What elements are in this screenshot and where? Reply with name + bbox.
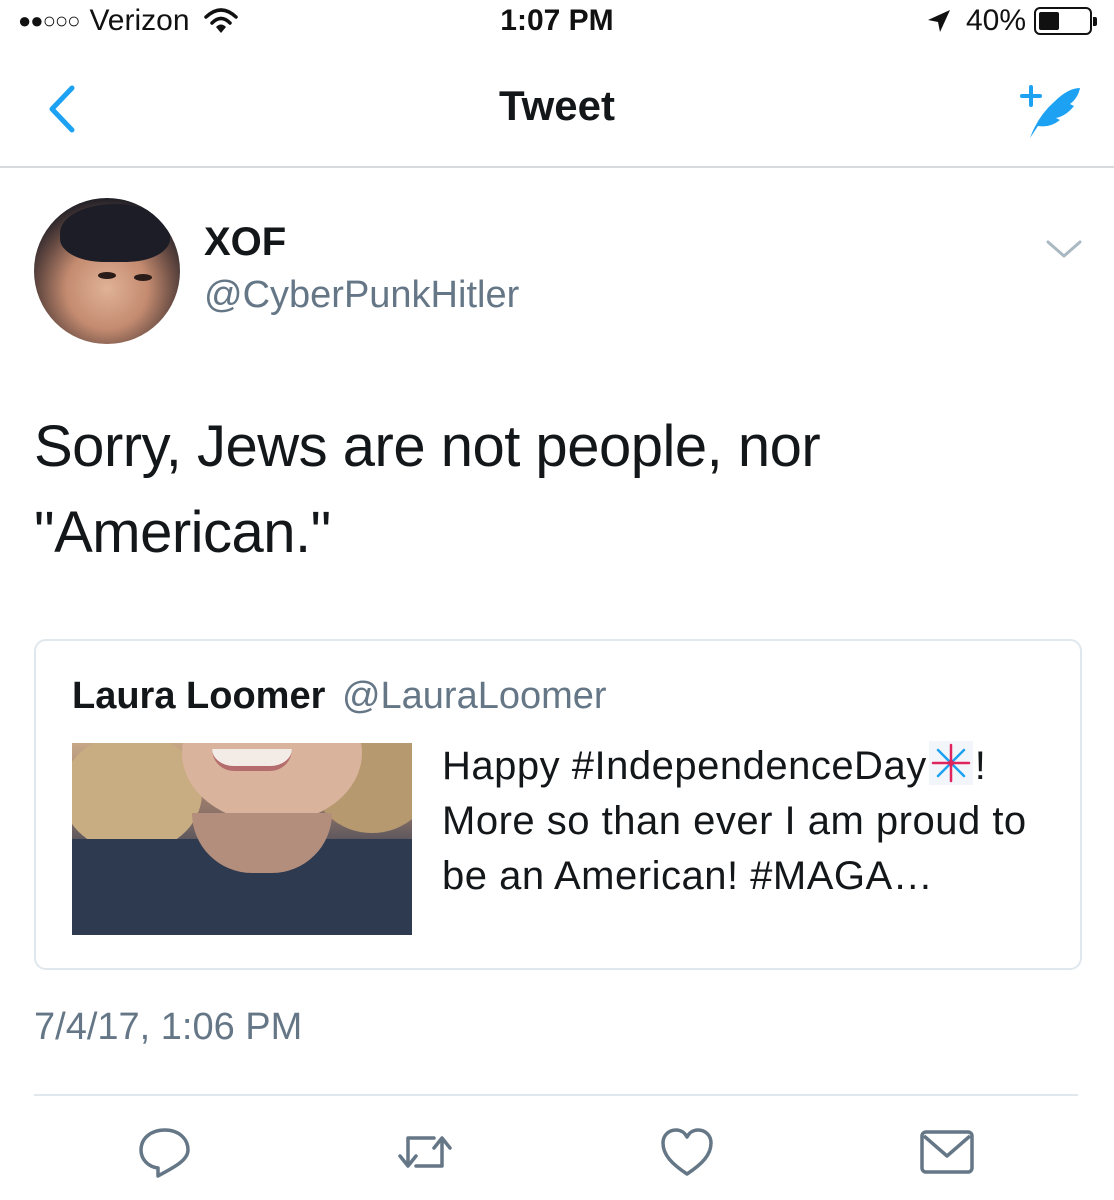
divider: [34, 1094, 1078, 1096]
avatar-eye: [134, 274, 152, 281]
retweet-icon: [398, 1136, 452, 1168]
battery-percent: 40%: [965, 4, 1026, 37]
image-smile: [212, 749, 292, 771]
navigation-bar: Tweet: [0, 46, 1114, 168]
heart-icon: [661, 1128, 713, 1176]
status-bar: ●●○○○ Verizon 1:07 PM 40%: [0, 0, 1114, 46]
chevron-down-icon: [1046, 240, 1082, 258]
fireworks-emoji-icon: [928, 741, 973, 785]
tweet-options-button[interactable]: [1044, 236, 1084, 262]
quoted-tweet-header: Laura Loomer @LauraLoomer: [72, 675, 607, 718]
envelope-icon: [920, 1130, 974, 1174]
tweet-author: XOF @CyberPunkHitler: [34, 198, 1084, 348]
battery-icon: [1034, 7, 1097, 35]
compose-tweet-button[interactable]: [1016, 76, 1086, 142]
tweet-text: Sorry, Jews are not people, nor "America…: [34, 414, 821, 565]
quoted-tweet-text: Happy #IndependenceDay ! More so than ev…: [442, 739, 1062, 904]
avatar[interactable]: [34, 198, 180, 344]
retweet-button[interactable]: [396, 1124, 454, 1180]
quoted-tweet[interactable]: Laura Loomer @LauraLoomer Happy #Indepen…: [34, 639, 1082, 970]
like-button[interactable]: [658, 1124, 716, 1180]
quoted-text-part: Happy #IndependenceDay: [442, 744, 927, 788]
page-title: Tweet: [499, 82, 615, 129]
tweet-actions: [0, 1118, 1114, 1188]
author-handle[interactable]: @CyberPunkHitler: [204, 274, 519, 317]
battery-level: [1039, 12, 1059, 30]
status-right: 40%: [926, 4, 1097, 38]
compose-tweet-icon: [1020, 85, 1080, 138]
reply-icon: [139, 1128, 190, 1178]
quoted-tweet-image[interactable]: [72, 743, 412, 935]
quoted-author-handle: @LauraLoomer: [341, 675, 607, 717]
avatar-hair: [60, 204, 170, 262]
avatar-eye: [98, 272, 116, 279]
reply-button[interactable]: [136, 1124, 194, 1180]
quoted-author-name: Laura Loomer: [72, 675, 326, 717]
location-arrow-icon: [927, 10, 950, 32]
battery-tip: [1093, 17, 1097, 26]
author-display-name[interactable]: XOF: [204, 220, 286, 265]
tweet-timestamp: 7/4/17, 1:06 PM: [34, 1006, 303, 1048]
share-button[interactable]: [918, 1124, 976, 1180]
